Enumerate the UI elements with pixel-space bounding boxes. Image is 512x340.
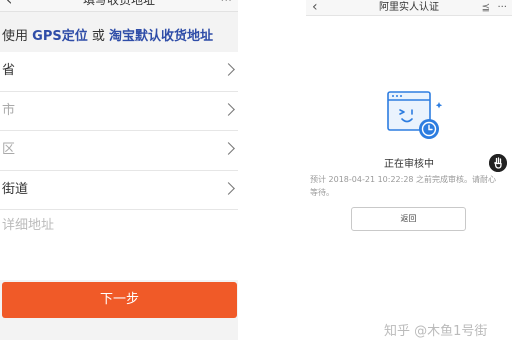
address-form: 省 市 区 街道 详细地址 xyxy=(0,52,238,280)
detail-address-placeholder: 详细地址 xyxy=(2,218,55,233)
return-button[interactable]: 返回 xyxy=(351,207,466,231)
city-label: 市 xyxy=(2,102,16,118)
left-nav-title: 填写收货地址 xyxy=(82,0,155,7)
province-label: 省 xyxy=(2,63,16,78)
address-form-screen: ‹ 填写收货地址 ··· 使用 GPS定位 或 淘宝默认收货地址 省 市 区 街… xyxy=(0,0,238,340)
chevron-right-icon xyxy=(222,63,235,76)
location-banner: 使用 GPS定位 或 淘宝默认收货地址 xyxy=(0,22,238,52)
street-select[interactable]: 街道 xyxy=(0,171,238,210)
taobao-default-address-link[interactable]: 淘宝默认收货地址 xyxy=(109,29,213,44)
chevron-right-icon xyxy=(222,142,235,155)
review-window-clock-icon xyxy=(387,91,443,139)
gps-location-link[interactable]: GPS定位 xyxy=(32,29,88,44)
province-select[interactable]: 省 xyxy=(0,52,238,92)
district-label: 区 xyxy=(2,142,16,157)
right-nav-bar: ‹ 阿里实人认证 ⪳ ··· xyxy=(306,0,512,16)
hand-pointer-icon[interactable] xyxy=(489,154,507,172)
banner-or: 或 xyxy=(91,29,105,44)
chevron-right-icon xyxy=(222,102,235,116)
district-select[interactable]: 区 xyxy=(0,131,238,171)
chevron-right-icon xyxy=(222,181,235,195)
share-icon[interactable]: ⪳ xyxy=(482,0,490,16)
detail-address-field[interactable]: 详细地址 xyxy=(0,210,238,280)
street-label: 街道 xyxy=(2,181,29,197)
verification-status-screen: ‹ 阿里实人认证 ⪳ ··· 正在审核中 预计 2018-04-21 10:22… xyxy=(306,0,512,340)
next-step-button[interactable]: 下一步 xyxy=(2,282,237,318)
more-icon[interactable]: ··· xyxy=(221,0,232,10)
zhihu-watermark: 知乎 @木鱼1号街 xyxy=(384,324,488,339)
more-icon[interactable]: ··· xyxy=(497,0,507,16)
review-eta-description: 预计 2018-04-21 10:22:28 之前完成审核。请耐心等待。 xyxy=(310,175,497,197)
review-status-text: 正在审核中 xyxy=(384,159,434,170)
city-select[interactable]: 市 xyxy=(0,92,238,131)
banner-prefix: 使用 xyxy=(2,29,29,44)
left-nav-bar: ‹ 填写收货地址 ··· xyxy=(0,0,238,12)
